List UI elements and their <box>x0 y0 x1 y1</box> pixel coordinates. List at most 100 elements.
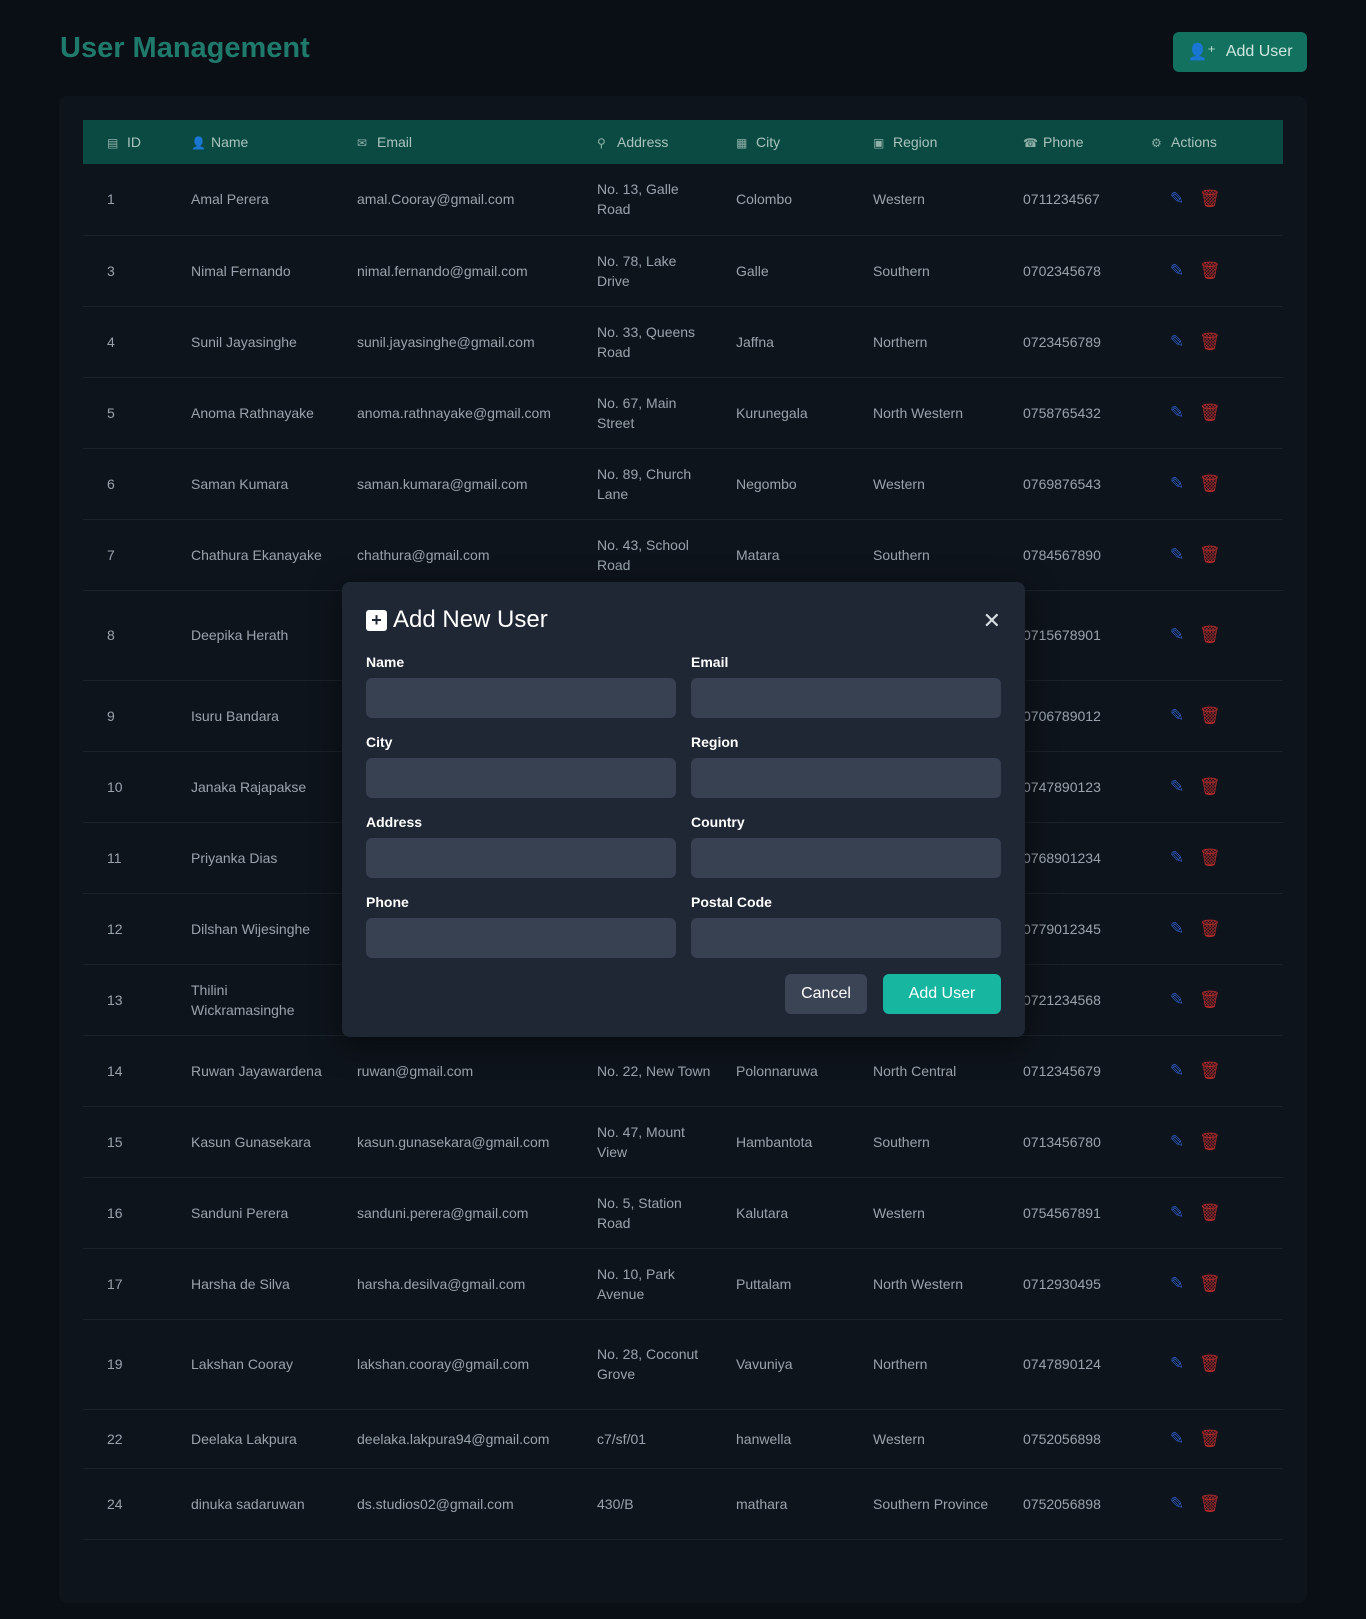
trash-icon[interactable]: 🗑 <box>1199 403 1221 423</box>
cell-id: 7 <box>83 519 167 591</box>
trash-icon[interactable]: 🗑 <box>1199 1429 1221 1449</box>
cell-actions: ✎ 🗑 <box>1127 519 1283 591</box>
cell-address: No. 67, Main Street <box>573 377 712 449</box>
edit-icon[interactable]: ✎ <box>1167 848 1187 868</box>
trash-icon[interactable]: 🗑 <box>1199 1132 1221 1152</box>
edit-icon[interactable]: ✎ <box>1167 777 1187 797</box>
page-title: User Management <box>60 32 310 64</box>
trash-icon[interactable]: 🗑 <box>1199 1203 1221 1223</box>
cell-phone: 0723456789 <box>999 306 1127 378</box>
cell-name: Lakshan Cooray <box>167 1319 333 1410</box>
edit-icon[interactable]: ✎ <box>1167 919 1187 939</box>
edit-icon[interactable]: ✎ <box>1167 474 1187 494</box>
edit-icon[interactable]: ✎ <box>1167 1132 1187 1152</box>
edit-icon[interactable]: ✎ <box>1167 261 1187 281</box>
edit-icon[interactable]: ✎ <box>1167 1494 1187 1514</box>
email-input[interactable] <box>691 678 1001 718</box>
edit-icon[interactable]: ✎ <box>1167 1203 1187 1223</box>
trash-icon[interactable]: 🗑 <box>1199 625 1221 645</box>
cell-phone: 0702345678 <box>999 235 1127 307</box>
cell-name: Anoma Rathnayake <box>167 377 333 449</box>
cell-address: No. 10, Park Avenue <box>573 1248 712 1320</box>
city-input[interactable] <box>366 758 676 798</box>
column-header-label: ID <box>127 134 141 150</box>
table-row: 14 Ruwan Jayawardena ruwan@gmail.com No. 22… <box>83 1035 1283 1107</box>
column-header-label: Email <box>377 134 413 150</box>
cell-name: Janaka Rajapakse <box>167 751 333 823</box>
column-header-phone: ☎ Phone <box>999 120 1127 164</box>
edit-icon[interactable]: ✎ <box>1167 1061 1187 1081</box>
cell-email: chathura@gmail.com <box>333 519 573 591</box>
map-icon: ▣ <box>873 136 885 150</box>
trash-icon[interactable]: 🗑 <box>1199 919 1221 939</box>
add-user-button[interactable]: 👤⁺ Add User <box>1173 32 1307 72</box>
edit-icon[interactable]: ✎ <box>1167 1274 1187 1294</box>
postal-code-input[interactable] <box>691 918 1001 958</box>
cell-address: No. 33, Queens Road <box>573 306 712 378</box>
region-input[interactable] <box>691 758 1001 798</box>
cell-city: Negombo <box>712 448 849 520</box>
cell-id: 10 <box>83 751 167 823</box>
cell-city: hanwella <box>712 1409 849 1469</box>
id-card-icon: ▤ <box>107 136 119 150</box>
name-input[interactable] <box>366 678 676 718</box>
trash-icon[interactable]: 🗑 <box>1199 545 1221 565</box>
cell-address: c7/sf/01 <box>573 1409 712 1469</box>
cell-email: saman.kumara@gmail.com <box>333 448 573 520</box>
table-row: 22 Deelaka Lakpura deelaka.lakpura94@gmail… <box>83 1409 1283 1469</box>
trash-icon[interactable]: 🗑 <box>1199 261 1221 281</box>
cell-region: Northern <box>849 1319 999 1410</box>
table-row: 17 Harsha de Silva harsha.desilva@gmail.co… <box>83 1248 1283 1320</box>
cell-id: 12 <box>83 893 167 965</box>
edit-icon[interactable]: ✎ <box>1167 1429 1187 1449</box>
trash-icon[interactable]: 🗑 <box>1199 777 1221 797</box>
edit-icon[interactable]: ✎ <box>1167 545 1187 565</box>
trash-icon[interactable]: 🗑 <box>1199 990 1221 1010</box>
city-label: City <box>366 734 393 750</box>
close-icon[interactable]: ✕ <box>983 608 1001 634</box>
edit-icon[interactable]: ✎ <box>1167 332 1187 352</box>
column-header-name: 👤 Name <box>167 120 333 164</box>
submit-add-user-button[interactable]: Add User <box>883 974 1001 1014</box>
envelope-icon: ✉ <box>357 136 368 150</box>
edit-icon[interactable]: ✎ <box>1167 403 1187 423</box>
trash-icon[interactable]: 🗑 <box>1199 706 1221 726</box>
cell-name: Kasun Gunasekara <box>167 1106 333 1178</box>
cell-actions: ✎ 🗑 <box>1127 306 1283 378</box>
trash-icon[interactable]: 🗑 <box>1199 1274 1221 1294</box>
edit-icon[interactable]: ✎ <box>1167 625 1187 645</box>
trash-icon[interactable]: 🗑 <box>1199 1354 1221 1374</box>
cell-city: Colombo <box>712 164 849 236</box>
edit-icon[interactable]: ✎ <box>1167 990 1187 1010</box>
cell-address: No. 22, New Town <box>573 1035 712 1107</box>
cell-region: North Central <box>849 1035 999 1107</box>
trash-icon[interactable]: 🗑 <box>1199 189 1221 209</box>
cell-name: Deelaka Lakpura <box>167 1409 333 1469</box>
address-label: Address <box>366 814 423 830</box>
user-icon: 👤 <box>191 136 206 150</box>
cell-email: kasun.gunasekara@gmail.com <box>333 1106 573 1178</box>
cell-address: 430/B <box>573 1468 712 1540</box>
country-input[interactable] <box>691 838 1001 878</box>
phone-input[interactable] <box>366 918 676 958</box>
table-row: 5 Anoma Rathnayake anoma.rathnayake@gmail.… <box>83 377 1283 449</box>
trash-icon[interactable]: 🗑 <box>1199 1061 1221 1081</box>
edit-icon[interactable]: ✎ <box>1167 189 1187 209</box>
cell-actions: ✎ 🗑 <box>1127 1106 1283 1178</box>
cancel-button[interactable]: Cancel <box>785 974 867 1014</box>
trash-icon[interactable]: 🗑 <box>1199 474 1221 494</box>
column-header-label: Phone <box>1043 134 1084 150</box>
cell-name: dinuka sadaruwan <box>167 1468 333 1540</box>
cell-id: 13 <box>83 964 167 1036</box>
user-plus-icon: 👤⁺ <box>1187 44 1216 61</box>
trash-icon[interactable]: 🗑 <box>1199 848 1221 868</box>
edit-icon[interactable]: ✎ <box>1167 1354 1187 1374</box>
add-user-modal: + Add New User ✕ Name Email City Region … <box>342 582 1025 1037</box>
trash-icon[interactable]: 🗑 <box>1199 332 1221 352</box>
address-input[interactable] <box>366 838 676 878</box>
trash-icon[interactable]: 🗑 <box>1199 1494 1221 1514</box>
column-header-id: ▤ ID <box>83 120 167 164</box>
edit-icon[interactable]: ✎ <box>1167 706 1187 726</box>
cell-actions: ✎ 🗑 <box>1127 964 1283 1036</box>
cell-id: 22 <box>83 1409 167 1469</box>
